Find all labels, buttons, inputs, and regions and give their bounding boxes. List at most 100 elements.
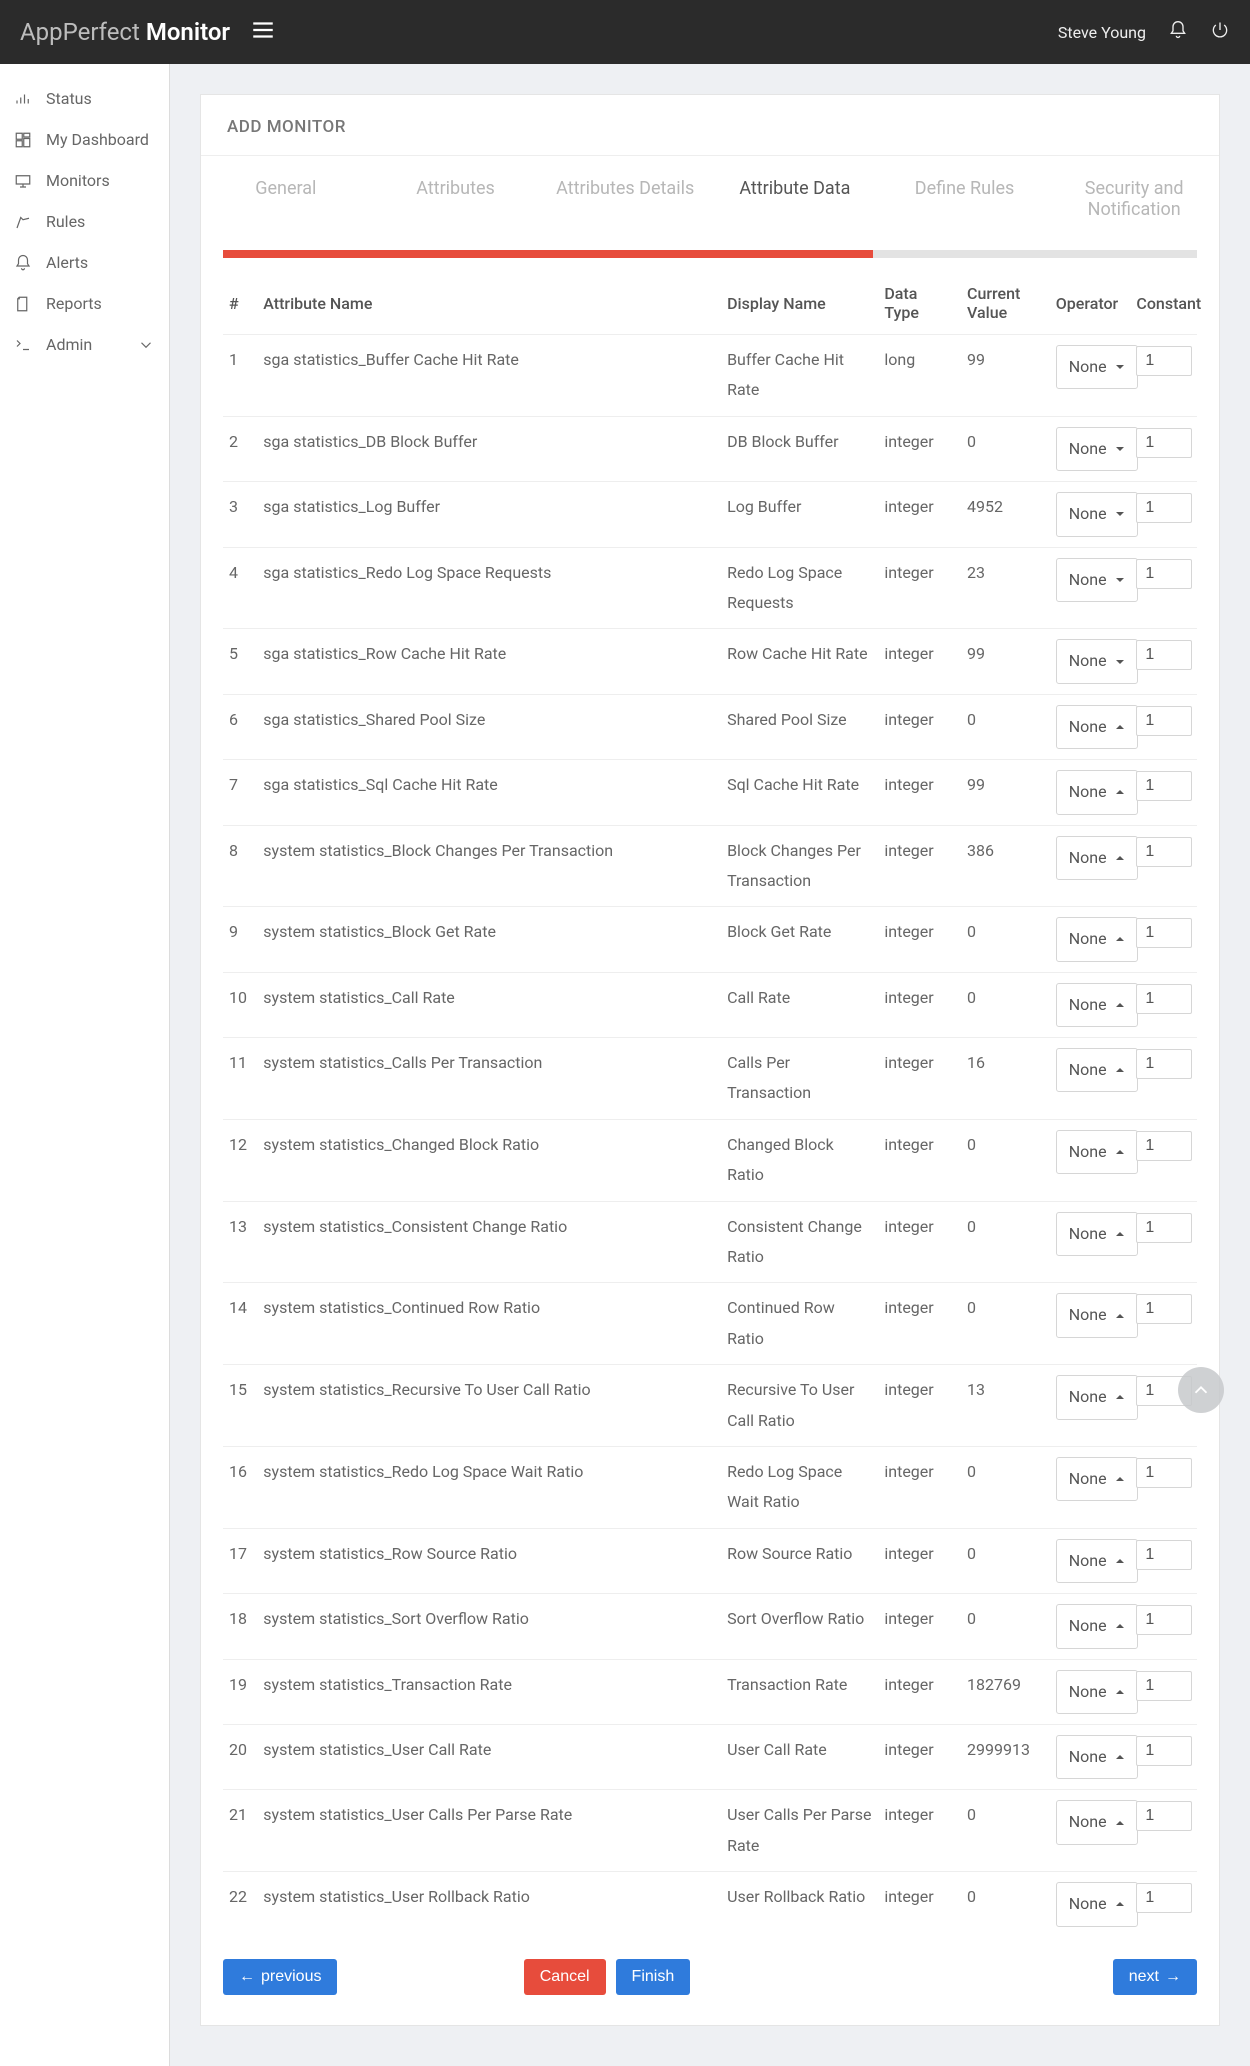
operator-dropdown[interactable]: None [1056, 1882, 1138, 1926]
sidebar-item-rules[interactable]: Rules [0, 201, 169, 242]
previous-button[interactable]: ← previous [223, 1959, 337, 1995]
hamburger-icon [250, 17, 276, 43]
menu-toggle-button[interactable] [250, 17, 276, 47]
current-value: 99 [961, 760, 1050, 825]
operator-dropdown[interactable]: None [1056, 492, 1138, 536]
operator-dropdown[interactable]: None [1056, 770, 1138, 814]
operator-dropdown[interactable]: None [1056, 1670, 1138, 1714]
sidebar-item-reports[interactable]: Reports [0, 283, 169, 324]
scroll-to-top-button[interactable] [1178, 1367, 1224, 1413]
sidebar-item-label: Rules [46, 212, 85, 231]
tab-general[interactable]: General [201, 156, 371, 242]
operator-dropdown[interactable]: None [1056, 1800, 1138, 1844]
arrow-right-icon: → [1165, 1968, 1181, 1986]
operator-dropdown[interactable]: None [1056, 639, 1138, 683]
constant-input[interactable] [1136, 1131, 1192, 1161]
table-row: 17system statistics_Row Source RatioRow … [223, 1528, 1197, 1593]
data-type: integer [878, 760, 961, 825]
tab-security-and-notification[interactable]: Security and Notification [1049, 156, 1219, 242]
table-row: 9system statistics_Block Get RateBlock G… [223, 907, 1197, 972]
user-name[interactable]: Steve Young [1058, 23, 1146, 42]
sidebar-item-label: Status [46, 89, 92, 108]
brand-bold: Monitor [146, 18, 230, 46]
row-index: 7 [223, 760, 257, 825]
constant-input[interactable] [1136, 1458, 1192, 1488]
operator-dropdown[interactable]: None [1056, 345, 1138, 389]
constant-input[interactable] [1136, 1049, 1192, 1079]
constant-input[interactable] [1136, 1883, 1192, 1913]
display-name: Calls Per Transaction [721, 1038, 878, 1120]
attribute-name: system statistics_Transaction Rate [257, 1659, 721, 1724]
operator-dropdown[interactable]: None [1056, 1048, 1138, 1092]
tab-define-rules[interactable]: Define Rules [880, 156, 1050, 242]
display-name: Sort Overflow Ratio [721, 1594, 878, 1659]
operator-dropdown[interactable]: None [1056, 836, 1138, 880]
caret-up-icon [1115, 1000, 1125, 1010]
constant-input[interactable] [1136, 706, 1192, 736]
cancel-button[interactable]: Cancel [524, 1959, 606, 1995]
admin-icon [14, 336, 32, 354]
constant-input[interactable] [1136, 493, 1192, 523]
constant-input[interactable] [1136, 1540, 1192, 1570]
constant-input[interactable] [1136, 837, 1192, 867]
operator-dropdown[interactable]: None [1056, 558, 1138, 602]
operator-value: None [1069, 1546, 1107, 1576]
tab-attributes-details[interactable]: Attributes Details [540, 156, 710, 242]
operator-dropdown[interactable]: None [1056, 427, 1138, 471]
next-button[interactable]: next → [1113, 1959, 1197, 1995]
tab-attributes[interactable]: Attributes [371, 156, 541, 242]
operator-value: None [1069, 1137, 1107, 1167]
operator-dropdown[interactable]: None [1056, 1212, 1138, 1256]
table-row: 6sga statistics_Shared Pool SizeShared P… [223, 694, 1197, 759]
constant-input[interactable] [1136, 1605, 1192, 1635]
constant-input[interactable] [1136, 984, 1192, 1014]
table-row: 14system statistics_Continued Row RatioC… [223, 1283, 1197, 1365]
constant-input[interactable] [1136, 771, 1192, 801]
operator-dropdown[interactable]: None [1056, 1375, 1138, 1419]
operator-value: None [1069, 434, 1107, 464]
constant-input[interactable] [1136, 1671, 1192, 1701]
constant-input[interactable] [1136, 1213, 1192, 1243]
operator-dropdown[interactable]: None [1056, 1293, 1138, 1337]
display-name: Row Cache Hit Rate [721, 629, 878, 694]
operator-dropdown[interactable]: None [1056, 983, 1138, 1027]
operator-dropdown[interactable]: None [1056, 917, 1138, 961]
caret-up-icon [1115, 853, 1125, 863]
sidebar-item-status[interactable]: Status [0, 78, 169, 119]
operator-dropdown[interactable]: None [1056, 1130, 1138, 1174]
caret-up-icon [1115, 1147, 1125, 1157]
tab-attribute-data[interactable]: Attribute Data [710, 156, 880, 242]
power-button[interactable] [1210, 20, 1230, 44]
caret-down-icon [1115, 509, 1125, 519]
sidebar-item-alerts[interactable]: Alerts [0, 242, 169, 283]
constant-input[interactable] [1136, 918, 1192, 948]
display-name: Consistent Change Ratio [721, 1201, 878, 1283]
attribute-name: sga statistics_Log Buffer [257, 482, 721, 547]
constant-input[interactable] [1136, 428, 1192, 458]
operator-dropdown[interactable]: None [1056, 705, 1138, 749]
display-name: User Rollback Ratio [721, 1872, 878, 1937]
constant-input[interactable] [1136, 559, 1192, 589]
constant-input[interactable] [1136, 346, 1192, 376]
constant-input[interactable] [1136, 1294, 1192, 1324]
constant-input[interactable] [1136, 1801, 1192, 1831]
display-name: Block Changes Per Transaction [721, 825, 878, 907]
table-row: 11system statistics_Calls Per Transactio… [223, 1038, 1197, 1120]
sidebar-item-my-dashboard[interactable]: My Dashboard [0, 119, 169, 160]
operator-dropdown[interactable]: None [1056, 1604, 1138, 1648]
data-type: integer [878, 1528, 961, 1593]
attribute-name: sga statistics_DB Block Buffer [257, 416, 721, 481]
current-value: 99 [961, 335, 1050, 417]
constant-input[interactable] [1136, 1736, 1192, 1766]
notifications-button[interactable] [1168, 20, 1188, 44]
table-row: 21system statistics_User Calls Per Parse… [223, 1790, 1197, 1872]
operator-dropdown[interactable]: None [1056, 1735, 1138, 1779]
sidebar-item-monitors[interactable]: Monitors [0, 160, 169, 201]
operator-dropdown[interactable]: None [1056, 1539, 1138, 1583]
current-value: 4952 [961, 482, 1050, 547]
constant-input[interactable] [1136, 640, 1192, 670]
operator-dropdown[interactable]: None [1056, 1457, 1138, 1501]
sidebar-item-admin[interactable]: Admin [0, 324, 169, 365]
operator-value: None [1069, 1464, 1107, 1494]
finish-button[interactable]: Finish [616, 1959, 691, 1995]
